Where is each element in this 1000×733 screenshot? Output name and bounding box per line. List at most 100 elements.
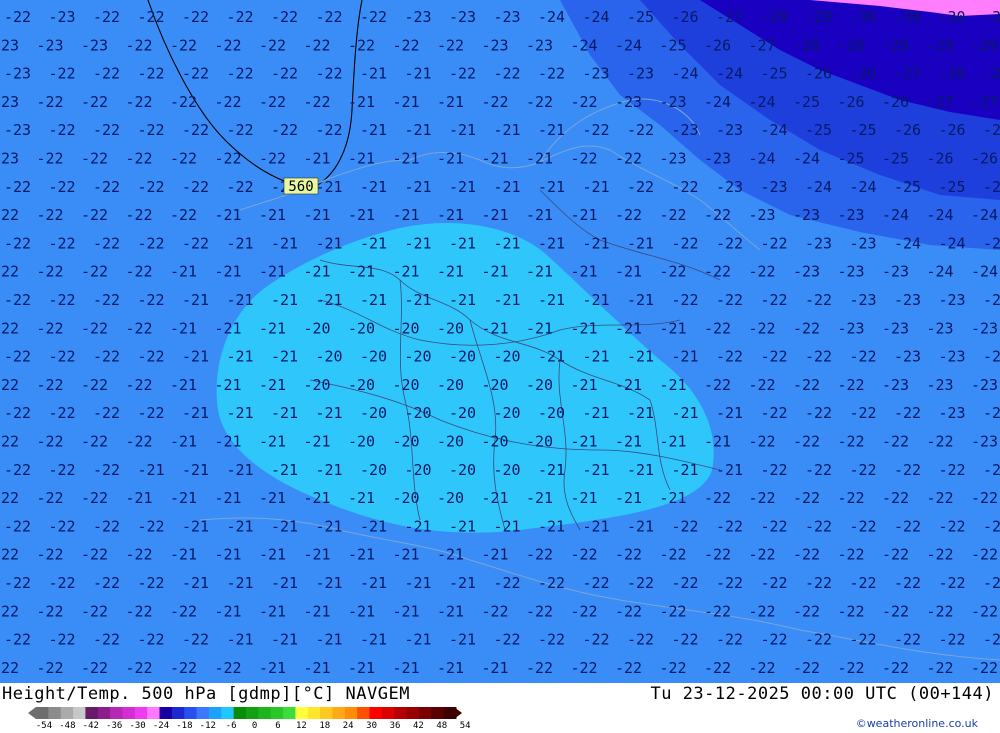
temp-label: -22 — [138, 348, 165, 366]
temp-label: -26 — [971, 150, 998, 168]
temp-label: -22 — [761, 631, 788, 649]
temp-label: -22 — [983, 631, 1000, 649]
legend-swatch — [283, 707, 296, 719]
temp-label: -25 — [627, 8, 654, 26]
temp-label: -22 — [0, 546, 19, 564]
temp-label: -22 — [126, 433, 153, 451]
temp-label: -21 — [259, 263, 286, 281]
temp-label: -28 — [761, 8, 788, 26]
temp-label: -21 — [393, 659, 420, 677]
temp-label: -20 — [482, 376, 509, 394]
temp-label: -21 — [672, 404, 699, 422]
temp-label: -20 — [316, 348, 343, 366]
temp-label: -22 — [526, 546, 553, 564]
temp-label: -21 — [227, 517, 254, 535]
temp-label: -22 — [81, 489, 108, 507]
legend-swatch — [357, 707, 371, 719]
legend-tick-label: 24 — [342, 721, 354, 731]
temp-label: -22 — [37, 546, 64, 564]
temp-label: -21 — [437, 602, 464, 620]
temp-label: -22 — [704, 206, 731, 224]
temp-label: -23 — [927, 376, 954, 394]
temp-label: -22 — [749, 433, 776, 451]
temp-label: -22 — [704, 489, 731, 507]
temp-label: -20 — [526, 376, 553, 394]
temp-label: -22 — [749, 376, 776, 394]
temp-label: -21 — [449, 574, 476, 592]
temp-label: -22 — [126, 319, 153, 337]
temp-label: -21 — [437, 206, 464, 224]
temp-label: -30 — [983, 8, 1000, 26]
temp-label: -22 — [227, 178, 254, 196]
temp-label: -24 — [749, 93, 776, 111]
temp-label: -21 — [615, 376, 642, 394]
temp-label: -22 — [49, 574, 76, 592]
temp-label: -22 — [660, 206, 687, 224]
temp-label: -21 — [304, 263, 331, 281]
temp-label: -22 — [49, 404, 76, 422]
temp-label: -23 — [4, 121, 31, 139]
temp-label: -26 — [672, 8, 699, 26]
temp-label: -22 — [81, 546, 108, 564]
credit-link[interactable]: ©weatheronline.co.uk — [856, 717, 978, 730]
temp-label: -26 — [882, 93, 909, 111]
legend-swatch — [295, 707, 309, 719]
temp-label: -22 — [37, 93, 64, 111]
temp-label: -22 — [316, 121, 343, 139]
temp-label: -20 — [494, 348, 521, 366]
legend-swatch — [208, 707, 222, 719]
temp-label: -22 — [704, 319, 731, 337]
temp-label: -21 — [348, 546, 375, 564]
temp-label: -22 — [704, 263, 731, 281]
temp-label: -21 — [360, 291, 387, 309]
temp-label: -23 — [939, 291, 966, 309]
legend-swatch — [270, 707, 284, 719]
temp-label: -23 — [805, 234, 832, 252]
temp-label: -21 — [348, 206, 375, 224]
temp-label: -21 — [170, 376, 197, 394]
temp-label: -21 — [259, 319, 286, 337]
temp-label: -22 — [0, 319, 19, 337]
temp-label: -22 — [971, 659, 998, 677]
temp-label: -22 — [627, 178, 654, 196]
legend-swatch — [394, 707, 408, 719]
temp-label: -22 — [882, 433, 909, 451]
temp-label: -22 — [672, 234, 699, 252]
temp-label: -22 — [971, 546, 998, 564]
temp-label: -24 — [850, 178, 877, 196]
temp-label: -26 — [850, 65, 877, 83]
temp-label: -22 — [894, 574, 921, 592]
temp-label: -22 — [927, 489, 954, 507]
temp-label: -23 — [37, 36, 64, 54]
temp-label: -21 — [227, 404, 254, 422]
temp-label: -21 — [660, 376, 687, 394]
temp-label: -21 — [494, 234, 521, 252]
temp-label: -22 — [838, 433, 865, 451]
temp-label: -21 — [627, 348, 654, 366]
temp-label: -26 — [894, 121, 921, 139]
legend-tick-label: -48 — [59, 721, 76, 731]
color-legend — [28, 707, 462, 719]
temp-label: -22 — [138, 178, 165, 196]
temp-label: -22 — [704, 376, 731, 394]
legend-tick-label: 48 — [436, 721, 448, 731]
temp-label: -22 — [449, 65, 476, 83]
temp-label: -21 — [449, 234, 476, 252]
legend-swatch — [97, 707, 111, 719]
temp-label: -21 — [316, 291, 343, 309]
temp-label: -22 — [93, 178, 120, 196]
temp-label: -22 — [93, 517, 120, 535]
temp-label: -22 — [939, 631, 966, 649]
temp-label: -24 — [971, 263, 998, 281]
temp-label: -23 — [793, 206, 820, 224]
temp-label: -21 — [316, 178, 343, 196]
temp-label: -22 — [749, 489, 776, 507]
temp-label: -22 — [983, 574, 1000, 592]
temp-label: -22 — [939, 461, 966, 479]
temp-label: -23 — [983, 291, 1000, 309]
temp-label: -22 — [660, 263, 687, 281]
temp-label: -22 — [538, 65, 565, 83]
legend-swatch — [73, 707, 86, 719]
temp-label: -22 — [716, 234, 743, 252]
temp-label: -21 — [271, 404, 298, 422]
